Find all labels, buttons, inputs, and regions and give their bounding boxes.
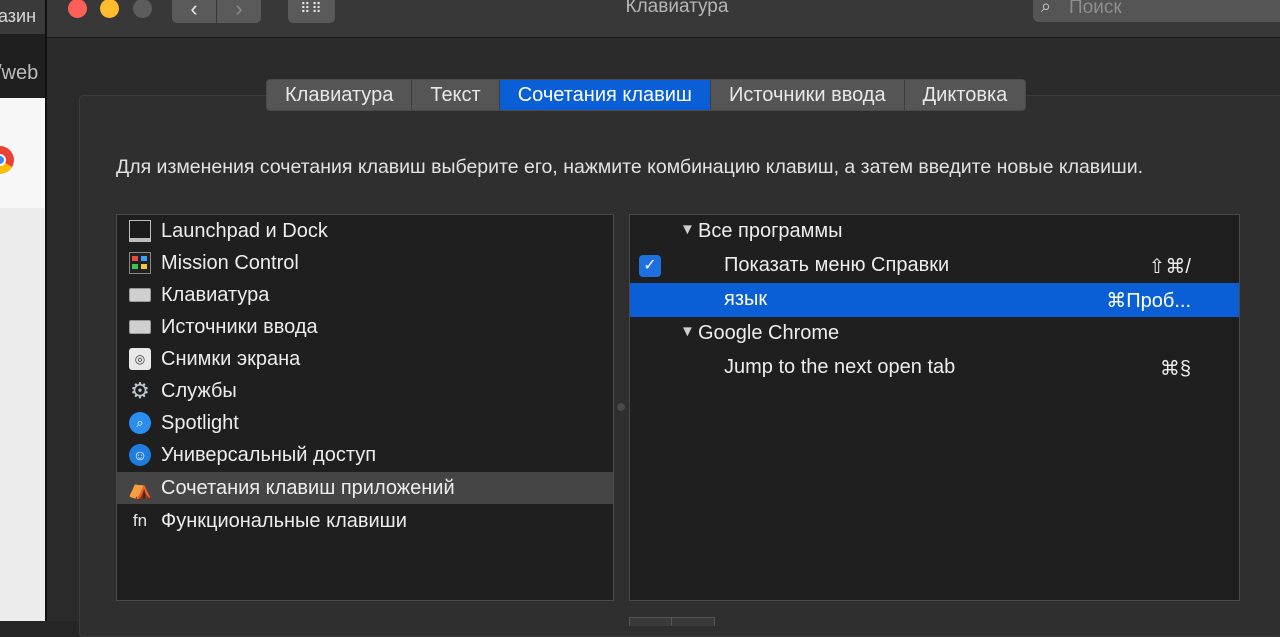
shortcut-name: Показать меню Справки — [724, 254, 950, 276]
category-label: Mission Control — [161, 251, 299, 274]
disclosure-triangle-icon[interactable]: ▼ — [680, 323, 695, 340]
close-window-button[interactable] — [68, 0, 87, 18]
tab-input-sources[interactable]: Источники ввода — [711, 80, 905, 110]
shortcut-row[interactable]: Jump to the next open tab ⌘§ — [630, 351, 1239, 385]
category-item-launchpad[interactable]: Launchpad и Dock — [117, 215, 613, 247]
enable-checkbox[interactable]: ✓ — [639, 255, 661, 277]
show-all-button[interactable]: ⠿⠿ — [288, 0, 335, 23]
tab-shortcuts[interactable]: Сочетания клавиш — [499, 80, 711, 110]
accessibility-icon: ☺ — [129, 444, 151, 466]
tab-text[interactable]: Текст — [412, 80, 500, 110]
window-title: Клавиатура — [625, 0, 729, 17]
background-tab-text: азин — [0, 6, 37, 26]
shortcut-row[interactable]: ✓ Показать меню Справки ⇧⌘/ — [630, 249, 1239, 283]
spotlight-icon: ⌕ — [129, 412, 151, 434]
chevron-left-icon: ‹ — [190, 0, 198, 21]
shortcut-list[interactable]: ▼ Все программы ✓ Показать меню Справки … — [629, 214, 1240, 601]
category-item-accessibility[interactable]: ☺ Универсальный доступ — [117, 439, 613, 471]
group-label: Google Chrome — [698, 322, 840, 344]
category-label: Источники ввода — [161, 315, 318, 338]
category-item-app-shortcuts[interactable]: ⛺ Сочетания клавиш приложений — [117, 472, 613, 504]
minimize-window-button[interactable] — [100, 0, 119, 18]
add-remove-buttons[interactable] — [629, 617, 715, 626]
split-view-handle[interactable] — [617, 403, 625, 411]
forward-button[interactable]: › — [217, 0, 261, 23]
disclosure-triangle-icon[interactable]: ▼ — [680, 221, 695, 238]
category-label: Универсальный доступ — [161, 443, 377, 466]
category-list[interactable]: Launchpad и Dock Mission Control Клавиат… — [116, 214, 614, 601]
tab-dictation[interactable]: Диктовка — [905, 80, 1026, 110]
app-shortcuts-icon: ⛺ — [127, 477, 153, 500]
category-label: Launchpad и Dock — [161, 219, 328, 242]
search-input[interactable] — [1067, 0, 1280, 20]
shortcut-keys[interactable]: ⌘§ — [1160, 356, 1191, 381]
zoom-window-button[interactable] — [133, 0, 152, 18]
category-item-services[interactable]: ⚙ Службы — [117, 375, 613, 407]
group-row-google-chrome[interactable]: ▼ Google Chrome — [630, 317, 1239, 351]
grid-icon: ⠿⠿ — [300, 0, 323, 16]
shortcut-keys[interactable]: ⇧⌘/ — [1149, 254, 1191, 279]
fn-icon: fn — [132, 511, 148, 530]
shortcut-keys[interactable]: ⌘Проб... — [1106, 288, 1191, 313]
category-item-input-sources[interactable]: Источники ввода — [117, 311, 613, 343]
category-item-mission-control[interactable]: Mission Control — [117, 247, 613, 279]
category-label: Службы — [161, 379, 237, 402]
background-window: азин /web — [0, 0, 47, 621]
category-label: Снимки экрана — [161, 347, 301, 370]
group-label: Все программы — [698, 220, 843, 242]
keyboard-icon — [129, 288, 151, 302]
category-label: Spotlight — [161, 411, 239, 434]
shortcut-name: Jump to the next open tab — [724, 356, 956, 378]
back-button[interactable]: ‹ — [172, 0, 216, 23]
launchpad-icon — [129, 220, 151, 242]
tab-bar: Клавиатура Текст Сочетания клавиш Источн… — [266, 79, 1027, 111]
background-url-text: /web — [0, 62, 39, 84]
preferences-window: ‹ › ⠿⠿ Клавиатура ⌕ Клавиатура Текст Соч… — [47, 0, 1280, 637]
category-item-function-keys[interactable]: fn Функциональные клавиши — [117, 505, 613, 537]
gear-icon: ⚙ — [130, 378, 150, 403]
search-box[interactable]: ⌕ — [1033, 0, 1280, 22]
shortcut-row-selected[interactable]: язык ⌘Проб... — [630, 283, 1239, 317]
search-icon: ⌕ — [1041, 0, 1052, 16]
category-label: Функциональные клавиши — [161, 509, 407, 532]
category-item-screenshots[interactable]: ◎ Снимки экрана — [117, 343, 613, 375]
group-row-all-apps[interactable]: ▼ Все программы — [630, 215, 1239, 249]
category-label: Сочетания клавиш приложений — [161, 476, 455, 499]
mission-control-icon — [129, 252, 151, 274]
instructions-text: Для изменения сочетания клавиш выберите … — [116, 156, 1144, 178]
title-bar: ‹ › ⠿⠿ Клавиатура ⌕ — [47, 0, 1280, 38]
category-item-keyboard[interactable]: Клавиатура — [117, 279, 613, 311]
category-item-spotlight[interactable]: ⌕ Spotlight — [117, 407, 613, 439]
category-label: Клавиатура — [161, 283, 270, 306]
screenshot-icon: ◎ — [129, 348, 151, 370]
tab-keyboard[interactable]: Клавиатура — [267, 80, 413, 110]
chevron-right-icon: › — [235, 0, 243, 21]
shortcut-name: язык — [724, 288, 768, 310]
keyboard-icon — [129, 320, 151, 334]
